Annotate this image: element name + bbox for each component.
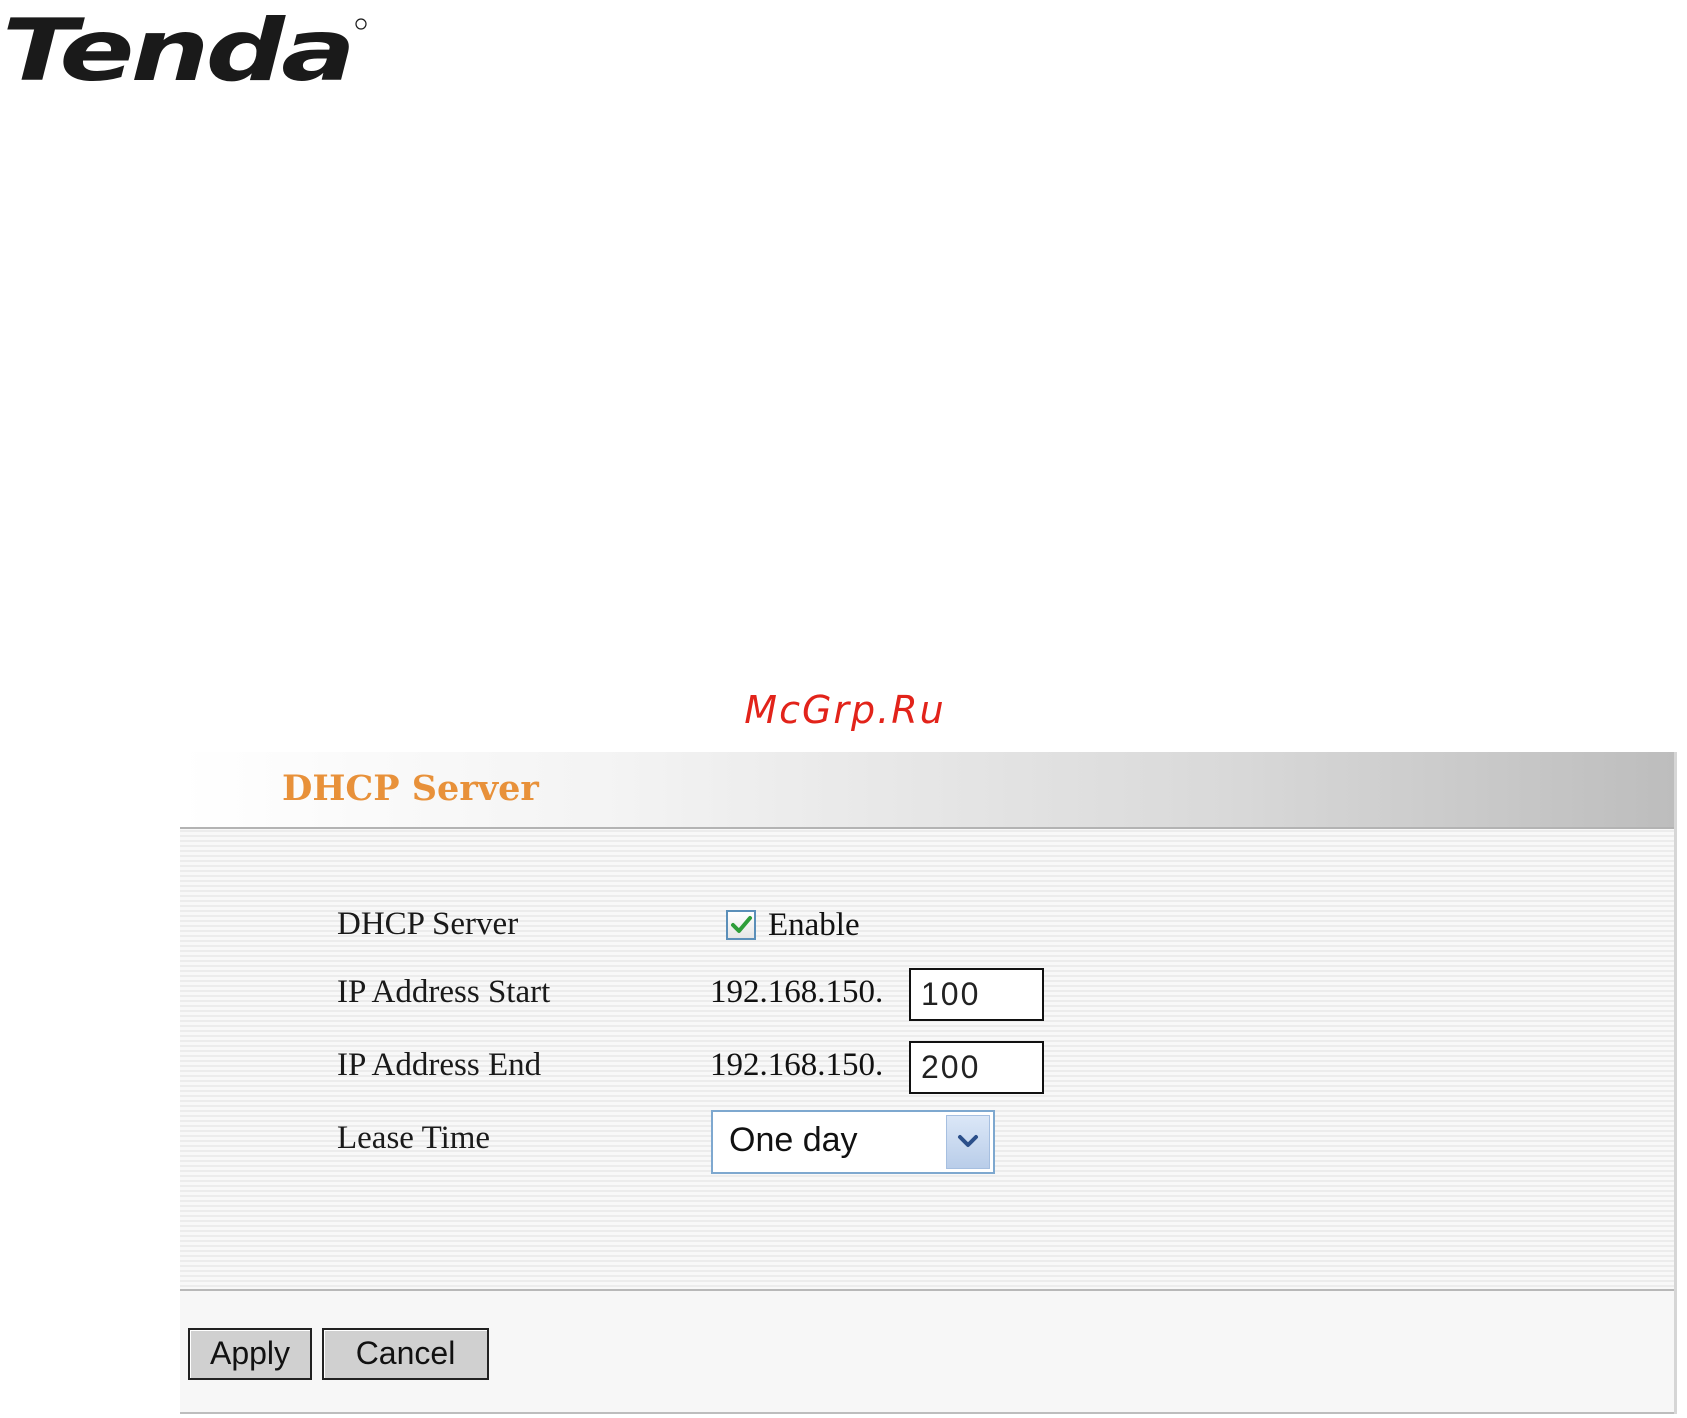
lease-time-label: Lease Time (337, 1120, 491, 1156)
checkmark-icon (731, 916, 752, 933)
panel-footer: Apply Cancel (180, 1291, 1674, 1414)
dhcp-enable-label[interactable]: Enable (768, 907, 860, 944)
tenda-logo: Tenda (2, 1, 367, 92)
chevron-down-icon (958, 1135, 978, 1147)
panel-title: DHCP Server (282, 768, 539, 809)
cancel-button[interactable]: Cancel (322, 1328, 489, 1380)
ip-end-input[interactable]: 200 (909, 1041, 1044, 1094)
dhcp-server-label: DHCP Server (337, 906, 519, 942)
ip-start-label: IP Address Start (337, 974, 551, 1010)
lease-time-value: One day (729, 1121, 858, 1159)
panel-header: DHCP Server (180, 752, 1674, 829)
watermark-text: McGrp.Ru (744, 688, 946, 732)
dropdown-arrow-button[interactable] (946, 1115, 990, 1169)
page: Tenda McGrp.Ru DHCP Server DHCP Server E… (0, 0, 1687, 1418)
ip-start-prefix: 192.168.150. (710, 974, 884, 1010)
dhcp-server-panel: DHCP Server DHCP Server Enable IP Addres… (180, 752, 1677, 1414)
ip-end-prefix: 192.168.150. (710, 1047, 884, 1083)
dhcp-enable-checkbox[interactable] (726, 910, 756, 940)
apply-button[interactable]: Apply (188, 1328, 312, 1380)
svg-text:Tenda: Tenda (2, 1, 352, 92)
ip-end-label: IP Address End (337, 1047, 542, 1083)
lease-time-select[interactable]: One day (711, 1110, 995, 1174)
ip-start-input[interactable]: 100 (909, 968, 1044, 1021)
